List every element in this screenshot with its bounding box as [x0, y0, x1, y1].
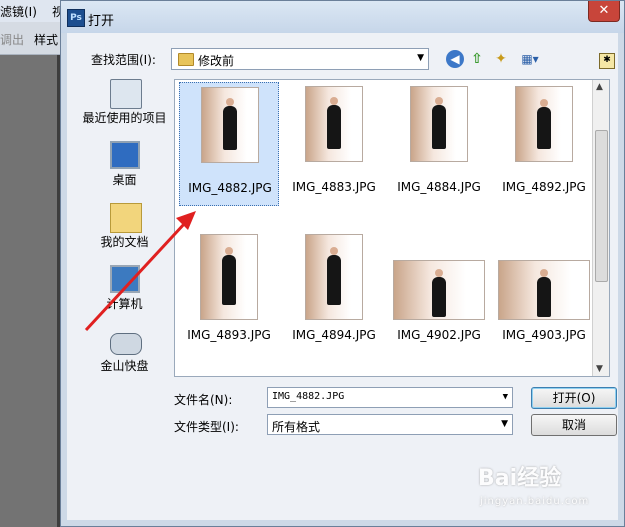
dialog-titlebar[interactable]: Ps 打开 ✕ [61, 1, 624, 33]
file-thumbnail-item[interactable]: IMG_4884.JPG [389, 82, 489, 206]
file-name-input-value: IMG_4882.JPG [272, 391, 345, 402]
look-in-label: 查找范围(I): [91, 53, 156, 67]
kuaipan-drive-icon [110, 333, 142, 355]
file-name-label: IMG_4894.JPG [292, 328, 376, 342]
file-type-value: 所有格式 [272, 420, 321, 434]
file-thumbnail-item[interactable]: IMG_4892.JPG [494, 82, 594, 206]
file-list[interactable]: IMG_4882.JPG IMG_4883.JPG IMG_4884.JPG I… [174, 79, 610, 377]
photoshop-app-icon: Ps [67, 9, 85, 27]
place-label: 金山快盘 [100, 359, 149, 373]
file-thumbnail-item[interactable]: IMG_4893.JPG [179, 230, 279, 354]
look-in-value: 修改前 [198, 54, 235, 68]
watermark-subtext: jingyan.baidu.com [480, 496, 590, 507]
back-icon[interactable]: ◀ [446, 50, 464, 68]
cancel-button[interactable]: 取消 [531, 414, 617, 436]
file-name-field-label: 文件名(N): [174, 393, 233, 407]
image-thumbnail [410, 86, 468, 162]
file-thumbnail-item[interactable]: IMG_4882.JPG [179, 82, 279, 206]
image-thumbnail [200, 234, 258, 320]
computer-icon [110, 265, 140, 293]
file-name-label: IMG_4902.JPG [397, 328, 481, 342]
scrollbar-thumb[interactable] [595, 130, 608, 282]
baidu-jingyan-watermark: Bai经验 jingyan.baidu.com [478, 460, 618, 520]
up-folder-icon[interactable]: ⇧ [468, 50, 486, 68]
menu-filter[interactable]: 滤镜(I) [0, 3, 37, 20]
image-thumbnail [305, 234, 363, 320]
scroll-up-icon[interactable]: ▲ [596, 82, 603, 92]
place-label: 我的文档 [100, 235, 149, 249]
file-name-label: IMG_4883.JPG [292, 180, 376, 194]
look-in-dropdown[interactable]: 修改前 ▼ [171, 48, 429, 70]
file-thumbnail-item[interactable]: IMG_4883.JPG [284, 82, 384, 206]
file-name-label: IMG_4884.JPG [397, 180, 481, 194]
image-thumbnail [305, 86, 363, 162]
open-button[interactable]: 打开(O) [531, 387, 617, 409]
file-type-field-label: 文件类型(I): [174, 420, 239, 434]
file-name-label: IMG_4892.JPG [502, 180, 586, 194]
place-label: 桌面 [112, 173, 137, 187]
file-name-label: IMG_4893.JPG [187, 328, 271, 342]
file-thumbnail-item[interactable]: IMG_4902.JPG [389, 230, 489, 354]
background-workspace [0, 55, 58, 527]
image-thumbnail [515, 86, 573, 162]
toolbar-label-style[interactable]: 样式 [34, 31, 58, 48]
image-thumbnail [393, 260, 485, 320]
image-thumbnail [498, 260, 590, 320]
place-label: 计算机 [106, 297, 143, 311]
file-name-input[interactable]: IMG_4882.JPG ▼ [267, 387, 513, 408]
file-thumbnail-item[interactable]: IMG_4903.JPG [494, 230, 594, 354]
file-name-label: IMG_4903.JPG [502, 328, 586, 342]
toolbar-label-adjust[interactable]: 调出 [0, 31, 24, 48]
place-recent-items[interactable]: 最近使用的项目 [77, 79, 172, 137]
place-computer[interactable]: 计算机 [77, 265, 172, 323]
scroll-down-icon[interactable]: ▼ [596, 364, 603, 374]
chevron-down-icon: ▼ [417, 53, 424, 63]
my-documents-icon [110, 203, 142, 233]
places-bar: 最近使用的项目 桌面 我的文档 计算机 金山快盘 [77, 79, 172, 399]
open-file-dialog: Ps 打开 ✕ 查找范围(I): 修改前 ▼ ◀ ⇧ ✦ ▦▾ ✱ 最近使用的项… [60, 0, 625, 527]
vertical-scrollbar[interactable]: ▲ ▼ [592, 80, 609, 376]
place-my-documents[interactable]: 我的文档 [77, 203, 172, 261]
dialog-body: 查找范围(I): 修改前 ▼ ◀ ⇧ ✦ ▦▾ ✱ 最近使用的项目 桌面 我的文… [67, 33, 618, 520]
image-thumbnail [201, 87, 259, 163]
extra-icon[interactable]: ✱ [599, 53, 615, 69]
desktop-icon [110, 141, 140, 169]
view-menu-icon[interactable]: ▦▾ [517, 50, 543, 68]
file-thumbnail-item[interactable]: IMG_4894.JPG [284, 230, 384, 354]
file-name-label: IMG_4882.JPG [188, 181, 272, 195]
place-label: 最近使用的项目 [82, 111, 167, 125]
recent-items-icon [110, 79, 142, 109]
chevron-down-icon[interactable]: ▼ [503, 392, 508, 402]
chevron-down-icon[interactable]: ▼ [501, 419, 508, 429]
place-desktop[interactable]: 桌面 [77, 141, 172, 199]
file-type-select[interactable]: 所有格式 ▼ [267, 414, 513, 435]
dialog-title: 打开 [88, 14, 115, 29]
new-folder-icon[interactable]: ✦ [492, 50, 510, 68]
place-kuaipan[interactable]: 金山快盘 [77, 327, 172, 385]
watermark-text: Bai经验 [478, 466, 562, 491]
folder-icon [178, 53, 194, 66]
close-icon[interactable]: ✕ [588, 1, 620, 22]
